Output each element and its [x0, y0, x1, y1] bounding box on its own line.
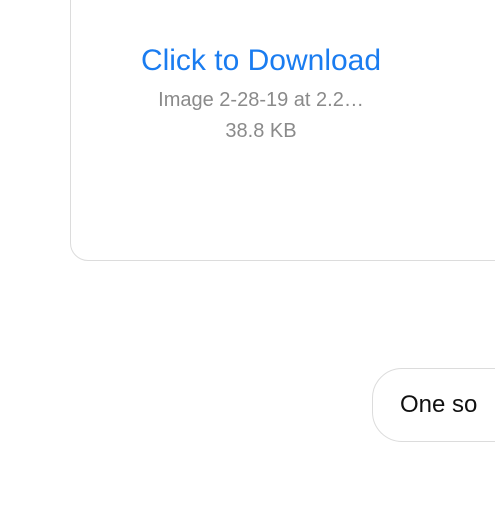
message-text: One so [400, 391, 478, 418]
download-link[interactable]: Click to Download [71, 44, 451, 78]
message-bubble[interactable]: One so [372, 368, 495, 442]
chat-view: Click to Download Image 2-28-19 at 2.2… … [0, 0, 495, 520]
file-attachment-card[interactable]: Click to Download Image 2-28-19 at 2.2… … [70, 0, 495, 261]
attachment-file-name: Image 2-28-19 at 2.2… [158, 89, 364, 111]
attachment-file-size: 38.8 KB [225, 120, 297, 142]
